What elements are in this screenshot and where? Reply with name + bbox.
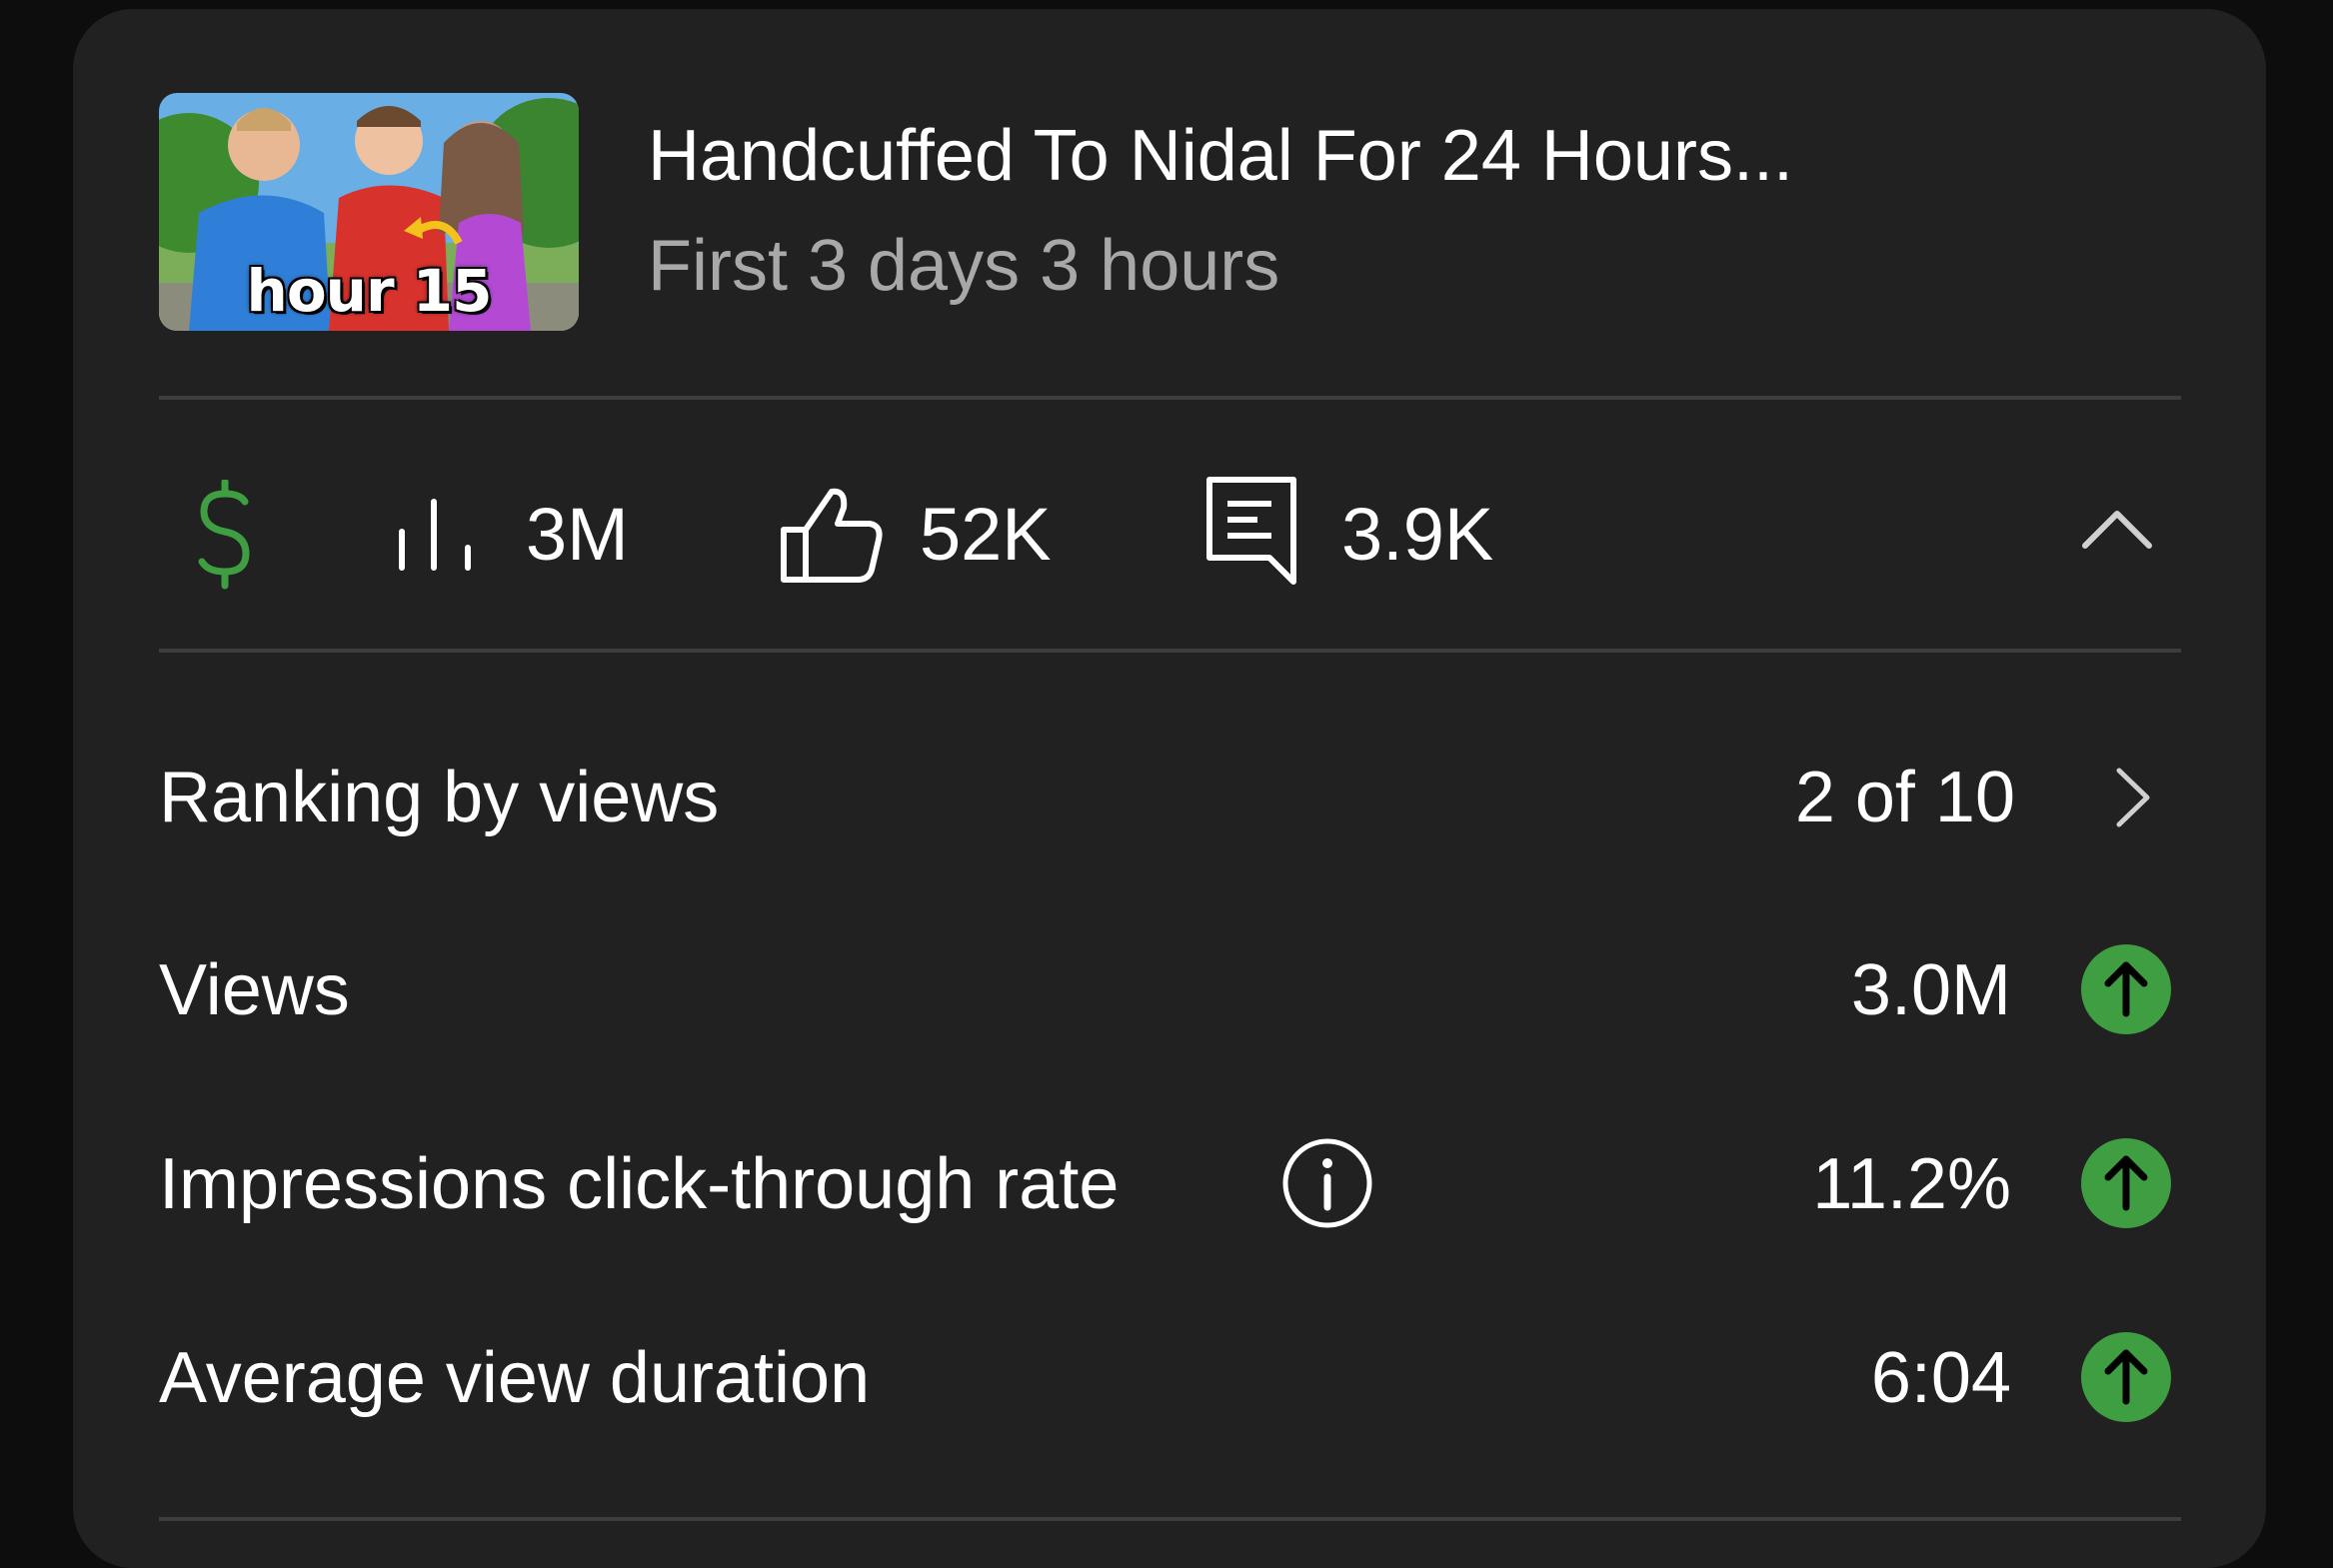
divider xyxy=(159,1517,2181,1521)
arrow-up-icon xyxy=(2081,1332,2171,1422)
bar-chart-icon xyxy=(399,499,471,571)
metric-label: Ranking by views xyxy=(159,758,720,837)
metric-row-ctr: Impressions click-through rate 11.2% xyxy=(159,1123,2181,1243)
arrow-up-icon xyxy=(2081,1138,2171,1228)
divider xyxy=(159,396,2181,400)
dollar-icon[interactable] xyxy=(190,480,260,590)
metric-value: 6:04 xyxy=(1870,1338,2011,1418)
chevron-up-icon[interactable] xyxy=(2081,506,2153,550)
chevron-right-icon[interactable] xyxy=(2113,765,2153,830)
thumbs-up-icon[interactable] xyxy=(780,486,884,584)
stats-row: 3M 52K 3.9K xyxy=(0,470,2333,600)
divider xyxy=(159,649,2181,653)
comments-count: 3.9K xyxy=(1341,493,1494,576)
metric-value: 2 of 10 xyxy=(1794,758,2015,837)
views-count: 3M xyxy=(526,493,629,576)
metric-value: 11.2% xyxy=(1812,1144,2011,1224)
metric-value: 3.0M xyxy=(1850,950,2011,1030)
likes-count: 52K xyxy=(920,493,1052,576)
metric-label: Average view duration xyxy=(159,1338,871,1418)
arrow-up-icon xyxy=(2081,944,2171,1034)
metric-row-avg-duration: Average view duration 6:04 xyxy=(159,1317,2181,1437)
video-thumbnail[interactable]: hour 15 xyxy=(159,93,579,331)
metric-label: Impressions click-through rate xyxy=(159,1144,1120,1224)
metric-label: Views xyxy=(159,950,350,1030)
metric-row-ranking[interactable]: Ranking by views 2 of 10 xyxy=(159,737,2181,856)
metric-row-views: Views 3.0M xyxy=(159,929,2181,1049)
video-period: First 3 days 3 hours xyxy=(648,226,1280,306)
comment-icon[interactable] xyxy=(1205,476,1299,586)
video-title[interactable]: Handcuffed To Nidal For 24 Hours... xyxy=(648,115,1793,197)
info-icon[interactable] xyxy=(1281,1137,1373,1229)
thumbnail-caption: hour 15 xyxy=(246,257,493,325)
